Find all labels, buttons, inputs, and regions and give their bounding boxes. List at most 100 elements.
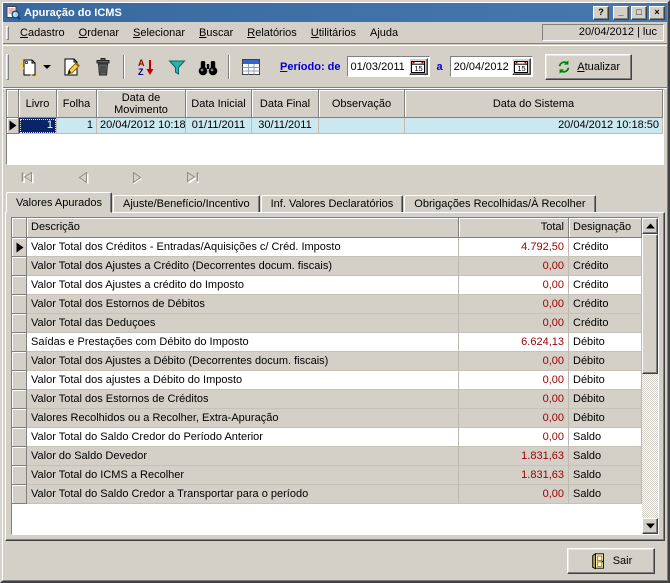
menu-item-ajuda[interactable]: Ajuda <box>363 25 405 41</box>
detail-cell-designacao[interactable]: Crédito <box>569 314 642 333</box>
detail-cell-designacao[interactable]: Débito <box>569 352 642 371</box>
prior-record-button[interactable] <box>74 171 90 185</box>
scrollbar-thumb[interactable] <box>642 234 658 374</box>
detail-cell-descricao[interactable]: Valor Total dos Ajustes a Débito (Decorr… <box>27 352 459 371</box>
record-cell-4[interactable]: 01/11/2011 <box>186 118 252 134</box>
last-record-button[interactable] <box>184 171 200 185</box>
detail-cell-descricao[interactable]: Valor Total do Saldo Credor a Transporta… <box>27 485 459 504</box>
detail-row[interactable]: Valor Total dos Ajustes a Crédito (Decor… <box>12 257 642 276</box>
menu-item-relatorios[interactable]: Relatórios <box>240 25 304 41</box>
detail-grid-scrollbar[interactable] <box>642 218 658 534</box>
detail-cell-designacao[interactable]: Saldo <box>569 428 642 447</box>
search-binoculars-button[interactable] <box>194 53 221 80</box>
detail-row[interactable]: Valor Total do ICMS a Recolher1.831,63Sa… <box>12 466 642 485</box>
menu-item-buscar[interactable]: Buscar <box>192 25 240 41</box>
detail-cell-total[interactable]: 6.624,13 <box>459 333 569 352</box>
detail-cell-designacao[interactable]: Saldo <box>569 485 642 504</box>
period-to-calendar-button[interactable]: 15 <box>512 58 531 75</box>
column-header-4[interactable]: Data Inicial <box>186 90 252 118</box>
detail-row[interactable]: Valor Total dos Créditos - Entradas/Aqui… <box>12 238 642 257</box>
detail-row[interactable]: Valor do Saldo Devedor1.831,63Saldo <box>12 447 642 466</box>
calendar-grid-button[interactable] <box>237 53 264 80</box>
tab-obrigacoes-recolhidas[interactable]: Obrigações Recolhidas/À Recolher <box>404 195 595 213</box>
detail-cell-total[interactable]: 0,00 <box>459 295 569 314</box>
detail-cell-total[interactable]: 0,00 <box>459 390 569 409</box>
column-header-3[interactable]: Data de Movimento <box>97 90 186 118</box>
detail-cell-total[interactable]: 0,00 <box>459 485 569 504</box>
column-header-2[interactable]: Folha <box>57 90 97 118</box>
detail-cell-descricao[interactable]: Valor Total dos Estornos de Créditos <box>27 390 459 409</box>
detail-column-header-1[interactable]: Descrição <box>27 218 459 238</box>
menubar-grip-handle[interactable] <box>6 26 9 40</box>
new-record-button[interactable] <box>15 53 42 80</box>
record-cell-7[interactable]: 20/04/2012 10:18:50 <box>405 118 663 134</box>
detail-row[interactable]: Valor Total dos Ajustes a Débito (Decorr… <box>12 352 642 371</box>
detail-cell-total[interactable]: 4.792,50 <box>459 238 569 257</box>
detail-cell-total[interactable]: 0,00 <box>459 314 569 333</box>
detail-cell-designacao[interactable]: Crédito <box>569 295 642 314</box>
record-cell-6[interactable] <box>319 118 405 134</box>
detail-row[interactable]: Valor Total dos Ajustes a crédito do Imp… <box>12 276 642 295</box>
update-button[interactable]: Atualizar <box>545 54 632 80</box>
menu-item-cadastro[interactable]: Cadastro <box>13 25 72 41</box>
detail-cell-total[interactable]: 1.831,63 <box>459 447 569 466</box>
detail-cell-descricao[interactable]: Valor do Saldo Devedor <box>27 447 459 466</box>
filter-button[interactable] <box>163 53 190 80</box>
detail-cell-total[interactable]: 0,00 <box>459 428 569 447</box>
record-cell-5[interactable]: 30/11/2011 <box>252 118 319 134</box>
detail-cell-designacao[interactable]: Débito <box>569 371 642 390</box>
detail-row[interactable]: Valor Total dos Estornos de Débitos0,00C… <box>12 295 642 314</box>
detail-cell-descricao[interactable]: Valor Total dos Estornos de Débitos <box>27 295 459 314</box>
sort-az-button[interactable]: AZ <box>132 53 159 80</box>
detail-cell-descricao[interactable]: Valor Total dos ajustes a Débito do Impo… <box>27 371 459 390</box>
toolbar-grip-handle[interactable] <box>6 54 9 80</box>
minimize-button[interactable]: _ <box>613 6 629 20</box>
detail-cell-total[interactable]: 0,00 <box>459 352 569 371</box>
close-button[interactable]: × <box>649 6 665 20</box>
detail-row[interactable]: Saídas e Prestações com Débito do Impost… <box>12 333 642 352</box>
detail-cell-descricao[interactable]: Valor Total do ICMS a Recolher <box>27 466 459 485</box>
detail-cell-descricao[interactable]: Saídas e Prestações com Débito do Impost… <box>27 333 459 352</box>
column-header-7[interactable]: Data do Sistema <box>405 90 663 118</box>
detail-cell-total[interactable]: 0,00 <box>459 371 569 390</box>
record-cell-3[interactable]: 20/04/2012 10:18:29 <box>97 118 186 134</box>
detail-cell-descricao[interactable]: Valor Total das Deduçoes <box>27 314 459 333</box>
delete-record-button[interactable] <box>89 53 116 80</box>
detail-cell-descricao[interactable]: Valor Total dos Ajustes a crédito do Imp… <box>27 276 459 295</box>
detail-cell-descricao[interactable]: Valores Recolhidos ou a Recolher, Extra-… <box>27 409 459 428</box>
period-to-input[interactable] <box>452 58 512 75</box>
period-from-input[interactable] <box>349 58 409 75</box>
records-grid-row[interactable]: 1120/04/2012 10:18:2901/11/201130/11/201… <box>7 118 663 134</box>
tab-valores-apurados[interactable]: Valores Apurados <box>6 192 112 213</box>
scroll-up-button[interactable] <box>642 218 658 234</box>
menu-item-ordenar[interactable]: Ordenar <box>72 25 126 41</box>
detail-row[interactable]: Valor Total do Saldo Credor do Período A… <box>12 428 642 447</box>
maximize-button[interactable]: □ <box>631 6 647 20</box>
detail-cell-total[interactable]: 1.831,63 <box>459 466 569 485</box>
detail-cell-total[interactable]: 0,00 <box>459 276 569 295</box>
detail-cell-designacao[interactable]: Débito <box>569 390 642 409</box>
detail-column-header-2[interactable]: Total <box>459 218 569 238</box>
detail-cell-designacao[interactable]: Saldo <box>569 466 642 485</box>
detail-row[interactable]: Valor Total dos ajustes a Débito do Impo… <box>12 371 642 390</box>
detail-cell-designacao[interactable]: Débito <box>569 333 642 352</box>
detail-cell-total[interactable]: 0,00 <box>459 257 569 276</box>
exit-button[interactable]: Sair <box>567 548 655 574</box>
detail-row[interactable]: Valor Total das Deduçoes0,00Crédito <box>12 314 642 333</box>
detail-row[interactable]: Valor Total do Saldo Credor a Transporta… <box>12 485 642 504</box>
column-header-1[interactable]: Livro <box>19 90 57 118</box>
period-from-calendar-button[interactable]: 15 <box>409 58 428 75</box>
edit-record-button[interactable] <box>58 53 85 80</box>
detail-cell-descricao[interactable]: Valor Total do Saldo Credor do Período A… <box>27 428 459 447</box>
record-cell-2[interactable]: 1 <box>57 118 97 134</box>
help-button[interactable]: ? <box>593 6 609 20</box>
tab-inf-valores-declaratorios[interactable]: Inf. Valores Declaratórios <box>261 195 404 213</box>
detail-cell-designacao[interactable]: Crédito <box>569 257 642 276</box>
next-record-button[interactable] <box>129 171 145 185</box>
detail-cell-designacao[interactable]: Crédito <box>569 276 642 295</box>
detail-cell-descricao[interactable]: Valor Total dos Ajustes a Crédito (Decor… <box>27 257 459 276</box>
column-header-6[interactable]: Observação <box>319 90 405 118</box>
menu-item-selecionar[interactable]: Selecionar <box>126 25 192 41</box>
dropdown-arrow-button[interactable] <box>41 53 54 80</box>
detail-row[interactable]: Valores Recolhidos ou a Recolher, Extra-… <box>12 409 642 428</box>
